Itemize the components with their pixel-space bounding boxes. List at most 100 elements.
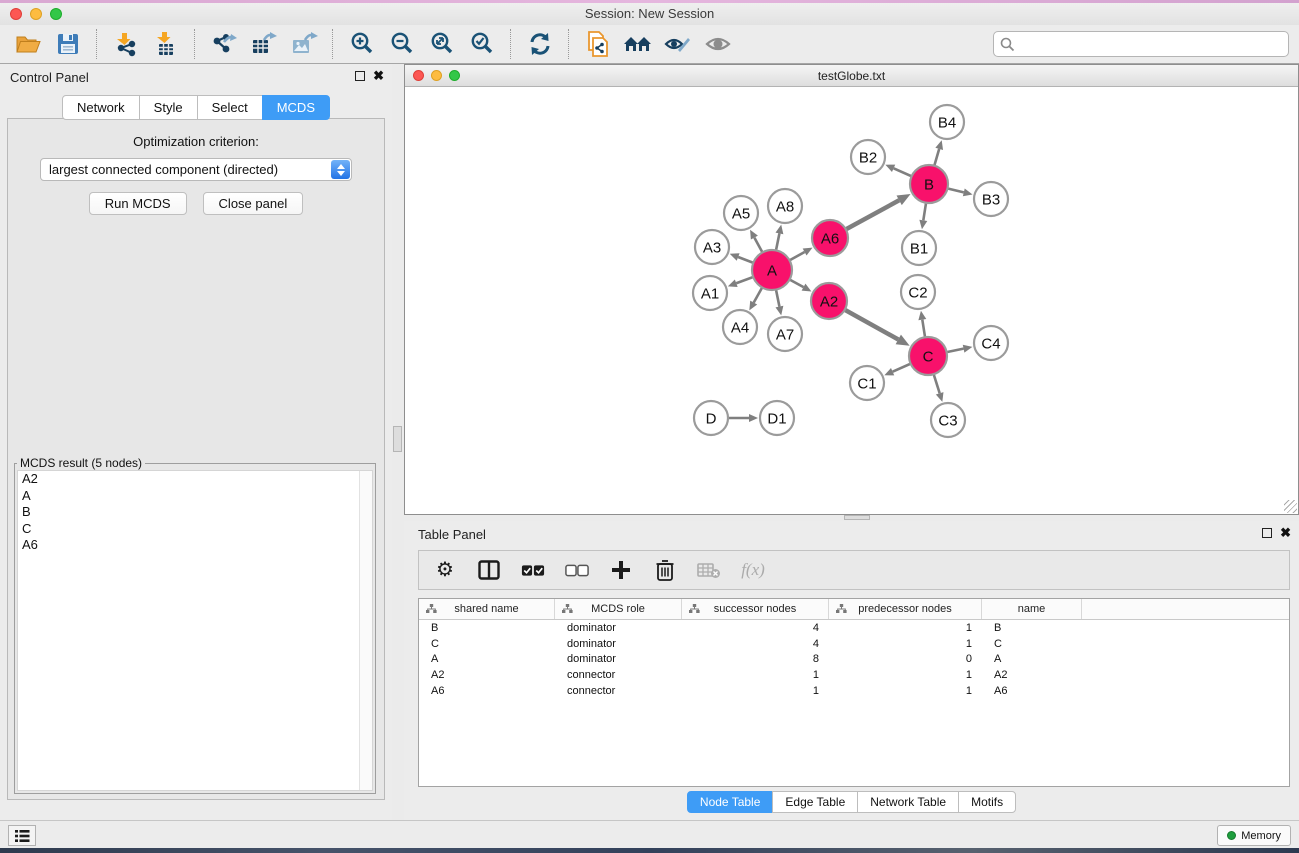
- float-panel-icon[interactable]: [355, 71, 365, 81]
- cell[interactable]: A2: [419, 669, 555, 681]
- result-item-b[interactable]: B: [18, 504, 372, 521]
- table-row[interactable]: A6connector11A6: [419, 683, 1289, 699]
- table-row[interactable]: Adominator80A: [419, 652, 1289, 668]
- dropdown-value: largest connected component (directed): [49, 162, 278, 177]
- refresh-button[interactable]: [520, 28, 560, 60]
- table-row[interactable]: Cdominator41C: [419, 636, 1289, 652]
- cell[interactable]: 4: [682, 638, 829, 650]
- network-window-titlebar[interactable]: testGlobe.txt: [405, 65, 1298, 87]
- tab-mcds[interactable]: MCDS: [262, 95, 330, 120]
- node-table[interactable]: shared nameMCDS rolesuccessor nodesprede…: [418, 598, 1290, 787]
- plus-icon: [611, 560, 631, 580]
- horizontal-splitter-handle[interactable]: [844, 515, 870, 520]
- import-table-button[interactable]: [146, 28, 186, 60]
- cell[interactable]: 0: [829, 653, 982, 665]
- annotation-mode-button[interactable]: [658, 28, 698, 60]
- tab-node-table[interactable]: Node Table: [687, 791, 774, 813]
- column-browser-button[interactable]: [477, 558, 501, 582]
- checked-boxes-icon: [521, 564, 545, 577]
- cell[interactable]: A6: [419, 685, 555, 697]
- cell[interactable]: connector: [555, 669, 682, 681]
- cell[interactable]: A: [419, 653, 555, 665]
- close-panel-button[interactable]: Close panel: [203, 192, 304, 215]
- open-session-button[interactable]: [8, 28, 48, 60]
- network-graph[interactable]: B4B2BB3A5A8A6A3AB1A1C2A4A7A2CC4C1C3DD1: [405, 87, 1298, 514]
- mcds-result-list[interactable]: A2ABCA6: [17, 470, 373, 791]
- save-session-button[interactable]: [48, 28, 88, 60]
- tab-motifs[interactable]: Motifs: [958, 791, 1016, 813]
- cell[interactable]: connector: [555, 685, 682, 697]
- result-item-a6[interactable]: A6: [18, 537, 372, 554]
- network-canvas[interactable]: B4B2BB3A5A8A6A3AB1A1C2A4A7A2CC4C1C3DD1: [405, 87, 1298, 514]
- close-table-panel-icon[interactable]: ✖: [1280, 527, 1291, 538]
- cell[interactable]: B: [419, 622, 555, 634]
- run-mcds-button[interactable]: Run MCDS: [89, 192, 187, 215]
- result-scrollbar[interactable]: [359, 471, 372, 790]
- cell[interactable]: A6: [982, 685, 1082, 697]
- search-input[interactable]: [1019, 36, 1282, 52]
- column-header-predecessor-nodes[interactable]: predecessor nodes: [829, 599, 982, 619]
- export-table-icon: [250, 31, 278, 57]
- search-field[interactable]: [993, 31, 1289, 57]
- cell[interactable]: C: [982, 638, 1082, 650]
- cell[interactable]: dominator: [555, 622, 682, 634]
- cell[interactable]: dominator: [555, 653, 682, 665]
- memory-button[interactable]: Memory: [1217, 825, 1291, 846]
- vertical-splitter-handle[interactable]: [393, 426, 402, 452]
- cell[interactable]: B: [982, 622, 1082, 634]
- zoom-in-button[interactable]: [342, 28, 382, 60]
- control-panel-tabs: NetworkStyleSelectMCDS: [0, 95, 392, 120]
- zoom-fit-button[interactable]: [422, 28, 462, 60]
- column-header-shared-name[interactable]: shared name: [419, 599, 555, 619]
- cell[interactable]: 1: [682, 669, 829, 681]
- cell[interactable]: 8: [682, 653, 829, 665]
- select-all-button[interactable]: [521, 558, 545, 582]
- resize-grip[interactable]: [1284, 500, 1297, 513]
- cell[interactable]: 4: [682, 622, 829, 634]
- delete-table-button[interactable]: [697, 558, 721, 582]
- export-image-button[interactable]: [284, 28, 324, 60]
- result-item-c[interactable]: C: [18, 521, 372, 538]
- import-network-button[interactable]: [106, 28, 146, 60]
- tab-style[interactable]: Style: [139, 95, 198, 120]
- home-layout-button[interactable]: [618, 28, 658, 60]
- deselect-all-button[interactable]: [565, 558, 589, 582]
- result-item-a2[interactable]: A2: [18, 471, 372, 488]
- cell[interactable]: 1: [829, 685, 982, 697]
- export-network-button[interactable]: [204, 28, 244, 60]
- column-header-mcds-role[interactable]: MCDS role: [555, 599, 682, 619]
- function-builder-button[interactable]: f(x): [741, 558, 765, 582]
- cell[interactable]: 1: [829, 622, 982, 634]
- cell[interactable]: 1: [682, 685, 829, 697]
- close-panel-icon[interactable]: ✖: [373, 70, 384, 81]
- zoom-selected-button[interactable]: [462, 28, 502, 60]
- clone-network-button[interactable]: [578, 28, 618, 60]
- table-row[interactable]: A2connector11A2: [419, 667, 1289, 683]
- cell[interactable]: 1: [829, 669, 982, 681]
- column-header-successor-nodes[interactable]: successor nodes: [682, 599, 829, 619]
- cell[interactable]: A2: [982, 669, 1082, 681]
- optimization-criterion-dropdown[interactable]: largest connected component (directed): [40, 158, 352, 181]
- cell[interactable]: A: [982, 653, 1082, 665]
- table-row[interactable]: Bdominator41B: [419, 620, 1289, 636]
- float-table-panel-icon[interactable]: [1262, 528, 1272, 538]
- vertical-splitter[interactable]: [392, 64, 404, 820]
- add-column-button[interactable]: [609, 558, 633, 582]
- cell[interactable]: 1: [829, 638, 982, 650]
- export-table-button[interactable]: [244, 28, 284, 60]
- tab-network-table[interactable]: Network Table: [857, 791, 959, 813]
- cell[interactable]: C: [419, 638, 555, 650]
- result-item-a[interactable]: A: [18, 488, 372, 505]
- show-hide-button[interactable]: [698, 28, 738, 60]
- tab-network[interactable]: Network: [62, 95, 140, 120]
- table-settings-button[interactable]: ⚙: [433, 558, 457, 582]
- cell[interactable]: dominator: [555, 638, 682, 650]
- zoom-out-button[interactable]: [382, 28, 422, 60]
- tab-select[interactable]: Select: [197, 95, 263, 120]
- task-history-button[interactable]: [8, 825, 36, 846]
- table-panel: Table Panel ✖ ⚙: [404, 521, 1299, 820]
- delete-column-button[interactable]: [653, 558, 677, 582]
- column-header-name[interactable]: name: [982, 599, 1082, 619]
- export-network-icon: [210, 31, 238, 57]
- tab-edge-table[interactable]: Edge Table: [772, 791, 858, 813]
